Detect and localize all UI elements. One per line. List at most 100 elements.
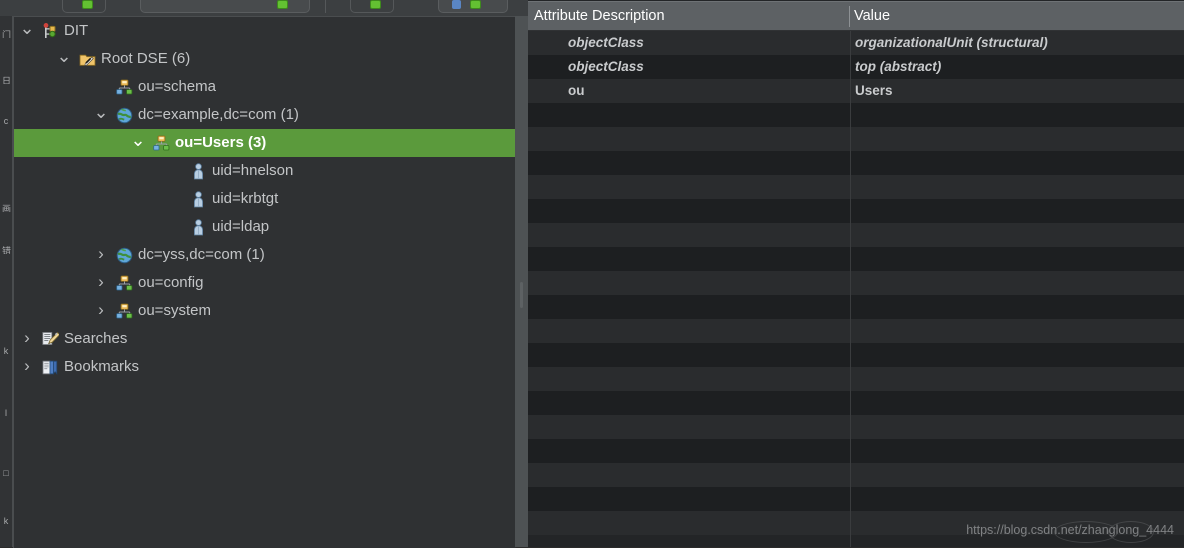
tree-item-label: DIT	[64, 22, 89, 39]
rail-tab-errorlog[interactable]: 错	[0, 246, 12, 254]
attribute-row-empty[interactable]	[528, 247, 1184, 271]
column-resize-handle[interactable]	[849, 6, 850, 27]
tree-item-uid-krbtgt[interactable]: uid=krbtgt	[14, 185, 516, 213]
chevron-right-icon[interactable]: ›	[92, 241, 110, 269]
attribute-description-cell: objectClass	[568, 59, 644, 74]
tree-item-ou-users[interactable]: ⌄ ou=Users (3)	[14, 129, 516, 157]
tree-item-dit[interactable]: ⌄ DIT	[14, 17, 516, 45]
tree-item-label: uid=ldap	[212, 218, 270, 235]
attribute-row-empty[interactable]	[528, 295, 1184, 319]
tree-item-label: uid=hnelson	[212, 162, 294, 179]
tree-item-label: uid=krbtgt	[212, 190, 279, 207]
attribute-row[interactable]: objectClass top (abstract)	[528, 55, 1184, 79]
tree-item-label: Root DSE (6)	[101, 50, 191, 67]
rail-tab-modificationlogs[interactable]: 日	[0, 76, 12, 84]
tree-item-uid-hnelson[interactable]: uid=hnelson	[14, 157, 516, 185]
chevron-down-icon[interactable]: ⌄	[92, 101, 110, 129]
chevron-down-icon[interactable]: ⌄	[55, 45, 73, 73]
toolbar-divider	[325, 0, 326, 13]
rail-tab-console[interactable]: l	[0, 408, 12, 417]
person-icon	[190, 163, 207, 180]
tree-item-bookmarks[interactable]: › Bookmarks	[14, 353, 516, 381]
rail-tab-searchlogs[interactable]: c	[0, 116, 12, 125]
left-tab-rail: 门日 c 画错 k l □ k	[0, 16, 13, 547]
dit-browser-tree[interactable]: ⌄ DIT ⌄ Root DSE (6) ou=schema ⌄ dc=example,dc…	[13, 16, 516, 548]
bookmarks-icon	[42, 359, 59, 376]
dit-root-icon	[42, 23, 59, 40]
tree-item-ou-schema[interactable]: ou=schema	[14, 73, 516, 101]
attribute-row-empty[interactable]	[528, 199, 1184, 223]
tree-item-root-dse[interactable]: ⌄ Root DSE (6)	[14, 45, 516, 73]
attribute-row-empty[interactable]	[528, 151, 1184, 175]
tree-item-label: ou=system	[138, 302, 211, 319]
tree-item-ou-config[interactable]: › ou=config	[14, 269, 516, 297]
attributes-table-body[interactable]: objectClass organizationalUnit (structura…	[528, 31, 1184, 547]
chevron-down-icon[interactable]: ⌄	[18, 17, 36, 45]
chevron-right-icon[interactable]: ›	[18, 353, 36, 381]
attributes-table-header: Attribute Description Value	[528, 1, 1184, 31]
tree-item-dc-example-com[interactable]: ⌄ dc=example,dc=com (1)	[14, 101, 516, 129]
attribute-row-empty[interactable]	[528, 487, 1184, 511]
attribute-row-empty[interactable]	[528, 223, 1184, 247]
attribute-description-cell: objectClass	[568, 35, 644, 50]
attribute-value-cell: Users	[855, 83, 893, 98]
searches-icon	[42, 331, 59, 348]
attribute-row-empty[interactable]	[528, 367, 1184, 391]
column-header-attribute-description[interactable]: Attribute Description	[534, 2, 844, 31]
tree-item-label: dc=example,dc=com (1)	[138, 106, 299, 123]
attribute-row-empty[interactable]	[528, 391, 1184, 415]
attributes-column-divider	[850, 31, 851, 547]
attribute-row-empty[interactable]	[528, 271, 1184, 295]
attribute-row-empty[interactable]	[528, 319, 1184, 343]
attribute-value-cell: top (abstract)	[855, 59, 942, 74]
tree-item-label: ou=config	[138, 274, 204, 291]
tree-item-uid-ldap[interactable]: uid=ldap	[14, 213, 516, 241]
folder-edit-icon	[79, 51, 96, 68]
globe-icon	[116, 107, 133, 124]
attribute-row[interactable]: ou Users	[528, 79, 1184, 103]
attribute-row-empty[interactable]	[528, 343, 1184, 367]
chevron-down-icon[interactable]: ⌄	[129, 129, 147, 157]
rail-tab-terminal[interactable]: k	[0, 516, 12, 525]
connection-status-icon	[277, 0, 288, 9]
attribute-row-empty[interactable]	[528, 175, 1184, 199]
tree-item-label: dc=yss,dc=com (1)	[138, 246, 265, 263]
person-icon	[190, 191, 207, 208]
tree-item-label: Bookmarks	[64, 358, 140, 375]
tree-item-label: Searches	[64, 330, 128, 347]
group-icon	[470, 0, 481, 9]
org-unit-icon	[116, 303, 133, 320]
org-unit-icon	[116, 275, 133, 292]
chevron-right-icon[interactable]: ›	[92, 297, 110, 325]
splitter-grip[interactable]	[520, 281, 523, 308]
watermark-stamp-2	[1108, 521, 1154, 543]
rail-tab-tasks[interactable]: □	[0, 468, 12, 477]
org-unit-icon	[153, 135, 170, 152]
new-entry-icon	[82, 0, 93, 9]
attribute-row-empty[interactable]	[528, 415, 1184, 439]
attribute-description-cell: ou	[568, 83, 585, 98]
chevron-right-icon[interactable]: ›	[18, 325, 36, 353]
attributes-panel[interactable]: Attribute Description Value objectClass o…	[528, 0, 1184, 547]
rail-tab-outline[interactable]: 门	[0, 30, 12, 38]
globe-icon	[116, 247, 133, 264]
rail-tab-progress[interactable]: 画	[0, 204, 12, 212]
user-icon	[452, 0, 461, 9]
tree-item-searches[interactable]: › Searches	[14, 325, 516, 353]
person-icon	[190, 219, 207, 236]
attribute-row[interactable]: objectClass organizationalUnit (structura…	[528, 31, 1184, 55]
attribute-row-empty[interactable]	[528, 439, 1184, 463]
tree-item-dc-yss-com[interactable]: › dc=yss,dc=com (1)	[14, 241, 516, 269]
watermark: https://blog.csdn.net/zhanglong_4444	[966, 521, 1174, 543]
attribute-row-empty[interactable]	[528, 127, 1184, 151]
chevron-right-icon[interactable]: ›	[92, 269, 110, 297]
attribute-row-empty[interactable]	[528, 463, 1184, 487]
tree-item-ou-system[interactable]: › ou=system	[14, 297, 516, 325]
attribute-row-empty[interactable]	[528, 103, 1184, 127]
tree-item-label: ou=Users (3)	[175, 134, 267, 151]
refresh-icon	[370, 0, 381, 9]
org-unit-icon	[116, 79, 133, 96]
panel-splitter[interactable]	[515, 16, 528, 547]
column-header-value[interactable]: Value	[854, 2, 1174, 31]
rail-tab-properties[interactable]: k	[0, 346, 12, 355]
